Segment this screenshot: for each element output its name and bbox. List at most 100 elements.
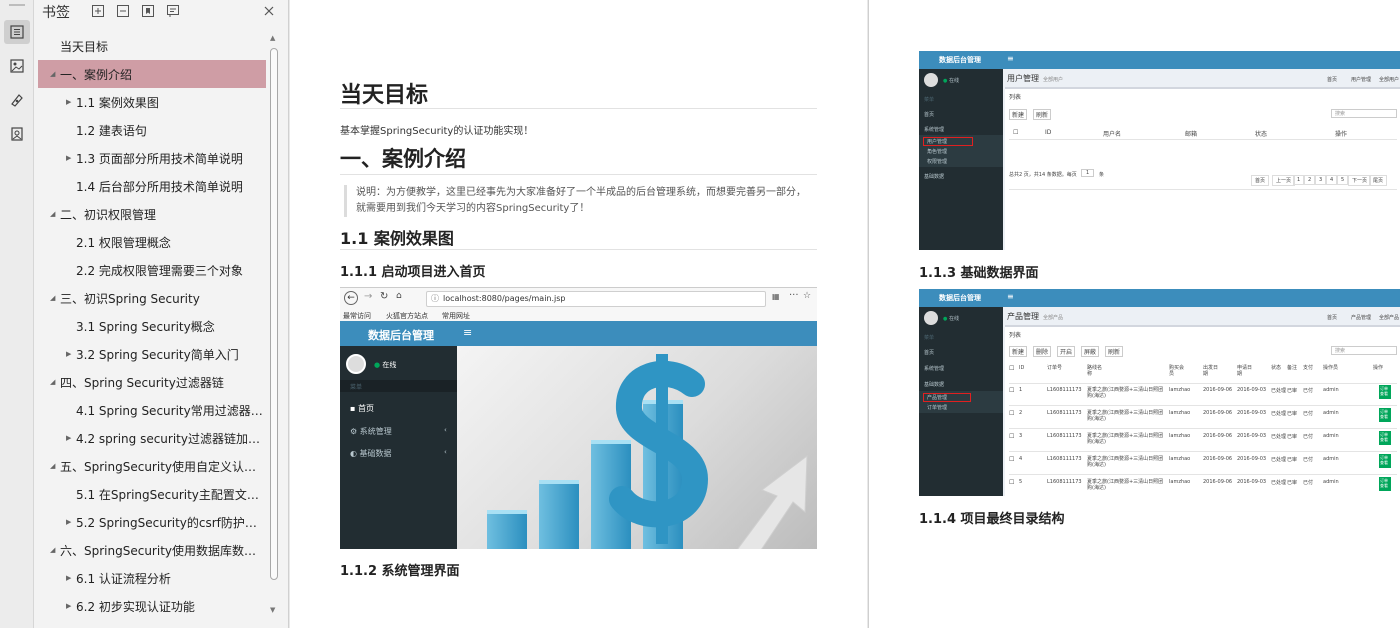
back-icon: ← (344, 291, 358, 305)
table-cell: L1608111173 (1047, 433, 1082, 439)
bookmarks-panel-header: 书签 (34, 0, 289, 24)
table-header-cell: 支付 (1303, 365, 1314, 371)
order-view-label: 订单查看 (1380, 386, 1388, 396)
caret-right-icon[interactable]: ▶ (66, 518, 74, 526)
bookmark-item[interactable]: ▶ 5.2 SpringSecurity的csrf防护机制 (38, 508, 266, 536)
bookmark-item-label: 3.2 Spring Security简单入门 (76, 347, 239, 362)
table-cell: 夏季之旅(江西婺源+三清山日照团购(海达) (1087, 410, 1164, 422)
attachments-icon[interactable] (4, 122, 30, 146)
table-cell: 已付 (1303, 480, 1314, 486)
page-link: 尾页 (1369, 175, 1388, 186)
heading-rule (340, 249, 817, 250)
bookmark-bar-item-1: 最常访问 (343, 312, 371, 320)
bookmark-item[interactable]: ▶ 1.1 案例效果图 (38, 88, 266, 116)
table-cell: L1608111173 (1047, 410, 1082, 416)
online-dot-icon: ● (374, 361, 381, 369)
scroll-up-icon[interactable]: ▲ (270, 34, 275, 42)
mini-admin-header: 数据后台管理 ≡ (919, 289, 1400, 307)
bookmark-item[interactable]: ▶ 6.1 认证流程分析 (38, 564, 266, 592)
table-cell: lamzhao (1169, 433, 1191, 439)
bookmark-item[interactable]: 当天目标 (38, 32, 266, 60)
table-cell: 已审 (1287, 480, 1298, 486)
bookmark-item-label: 5.1 在SpringSecurity主配置文件... (76, 487, 264, 502)
menu-basic-data: 基础数据 (924, 174, 945, 180)
menu-toggle-icon: ≡ (1007, 292, 1014, 301)
table-rule (1009, 474, 1397, 475)
bookmark-bar-item-2: 火狐官方站点 (386, 312, 428, 320)
caret-down-icon[interactable]: ◢ (50, 546, 58, 554)
caret-right-icon[interactable]: ▶ (66, 98, 74, 106)
table-cell: 4 (1019, 456, 1023, 462)
thumbnails-icon[interactable] (4, 54, 30, 78)
caret-down-icon[interactable]: ◢ (50, 210, 58, 218)
bookmark-item[interactable]: ◢ 二、初识权限管理 (38, 200, 266, 228)
caret-right-icon[interactable]: ▶ (66, 574, 74, 582)
bookmark-item[interactable]: ◢ 四、Spring Security过滤器链 (38, 368, 266, 396)
annotations-icon[interactable] (4, 88, 30, 112)
table-cell: 2016-09-06 (1203, 433, 1233, 439)
page-link: 5 (1337, 175, 1349, 185)
bookmark-item-label: 1.3 页面部分所用技术简单说明 (76, 151, 243, 166)
expand-all-icon[interactable] (90, 3, 106, 19)
dollar-sign-icon (609, 354, 709, 544)
caret-down-icon[interactable]: ◢ (50, 378, 58, 386)
caret-down-icon[interactable]: ◢ (50, 294, 58, 302)
content-subtitle: 全部用户 (1043, 77, 1064, 83)
search-placeholder: 搜索 (1335, 348, 1346, 354)
bookmark-item[interactable]: ◢ 一、案例介绍 (38, 60, 266, 88)
bookmark-item-label: 1.4 后台部分所用技术简单说明 (76, 179, 243, 194)
rail-grip[interactable] (9, 4, 25, 6)
add-bookmark-icon[interactable] (140, 3, 156, 19)
table-cell: admin (1323, 410, 1339, 416)
bookmark-item[interactable]: ▶ 6.2 初步实现认证功能 (38, 592, 266, 620)
checkbox-icon: ☐ (1009, 433, 1015, 440)
order-view-label: 订单查看 (1380, 455, 1388, 465)
bookmark-item[interactable]: ▶ 4.2 spring security过滤器链加载... (38, 424, 266, 452)
scroll-down-icon[interactable]: ▼ (270, 606, 275, 614)
bookmark-item[interactable]: ▶ 3.2 Spring Security简单入门 (38, 340, 266, 368)
bookmark-item[interactable]: ◢ 五、SpringSecurity使用自定义认证... (38, 452, 266, 480)
caret-down-icon[interactable]: ◢ (50, 462, 58, 470)
mini-admin-sidebar: ● 在线 菜单 首页 系统管理 用户管理 角色管理 权限管理 基础数据 (919, 69, 1003, 250)
bookmark-options-icon[interactable] (165, 3, 181, 19)
user-management-screenshot: 数据后台管理 ≡ ● 在线 菜单 首页 系统管理 用户管理 角色管理 权限管理 … (919, 51, 1400, 250)
caret-right-icon[interactable]: ▶ (66, 434, 74, 442)
avatar (924, 311, 938, 325)
caret-right-icon[interactable]: ▶ (66, 154, 74, 162)
table-cell: 已审 (1287, 411, 1298, 417)
bookmark-scrollbar[interactable]: ▲ ▼ (267, 32, 281, 622)
bookmark-item-label: 三、初识Spring Security (60, 291, 200, 306)
address-bar-url: localhost:8080/pages/main.jsp (443, 294, 566, 303)
table-cell: 已处理 (1271, 411, 1287, 417)
star-icon: ☆ (803, 291, 812, 301)
bookmark-item[interactable]: ◢ 三、初识Spring Security (38, 284, 266, 312)
table-cell: 已处理 (1271, 388, 1287, 394)
caret-down-icon[interactable]: ◢ (50, 70, 58, 78)
bookmark-item[interactable]: ◢ 六、SpringSecurity使用数据库数据... (38, 536, 266, 564)
caret-right-icon[interactable]: ▶ (66, 350, 74, 358)
bookmark-item[interactable]: ▶ 1.3 页面部分所用技术简单说明 (38, 144, 266, 172)
user-status: ● 在线 (374, 361, 397, 369)
reader-icon: ▦ (772, 292, 780, 301)
bookmark-item[interactable]: 2.2 完成权限管理需要三个对象 (38, 256, 266, 284)
bookmark-item[interactable]: 4.1 Spring Security常用过滤器介绍 (38, 396, 266, 424)
bookmarks-panel-icon[interactable] (4, 20, 30, 44)
bookmark-item[interactable]: 5.1 在SpringSecurity主配置文件... (38, 480, 266, 508)
bookmark-item[interactable]: 1.4 后台部分所用技术简单说明 (38, 172, 266, 200)
document-view[interactable]: 当天目标 基本掌握SpringSecurity的认证功能实现！ 一、案例介绍 说… (290, 0, 1400, 628)
bookmark-item[interactable]: 1.2 建表语句 (38, 116, 266, 144)
checkbox-icon: ☐ (1009, 365, 1015, 372)
close-panel-icon[interactable] (261, 3, 277, 19)
mini-admin-sidebar: ● 在线 菜单 首页 系统管理 基础数据 产品管理 订单管理 (919, 307, 1003, 496)
order-view-label: 订单查看 (1380, 409, 1388, 419)
bookmark-item[interactable]: 3.1 Spring Security概念 (38, 312, 266, 340)
admin-header: 数据后台管理 ≡ (340, 321, 817, 346)
collapse-all-icon[interactable] (115, 3, 131, 19)
bookmark-item-label: 6.1 认证流程分析 (76, 571, 171, 586)
table-cell: 已付 (1303, 411, 1314, 417)
scroll-thumb[interactable] (270, 48, 278, 580)
caret-right-icon[interactable]: ▶ (66, 602, 74, 610)
bookmark-item[interactable]: 2.1 权限管理概念 (38, 228, 266, 256)
table-cell: 已处理 (1271, 434, 1287, 440)
page-link: 2 (1304, 175, 1316, 185)
